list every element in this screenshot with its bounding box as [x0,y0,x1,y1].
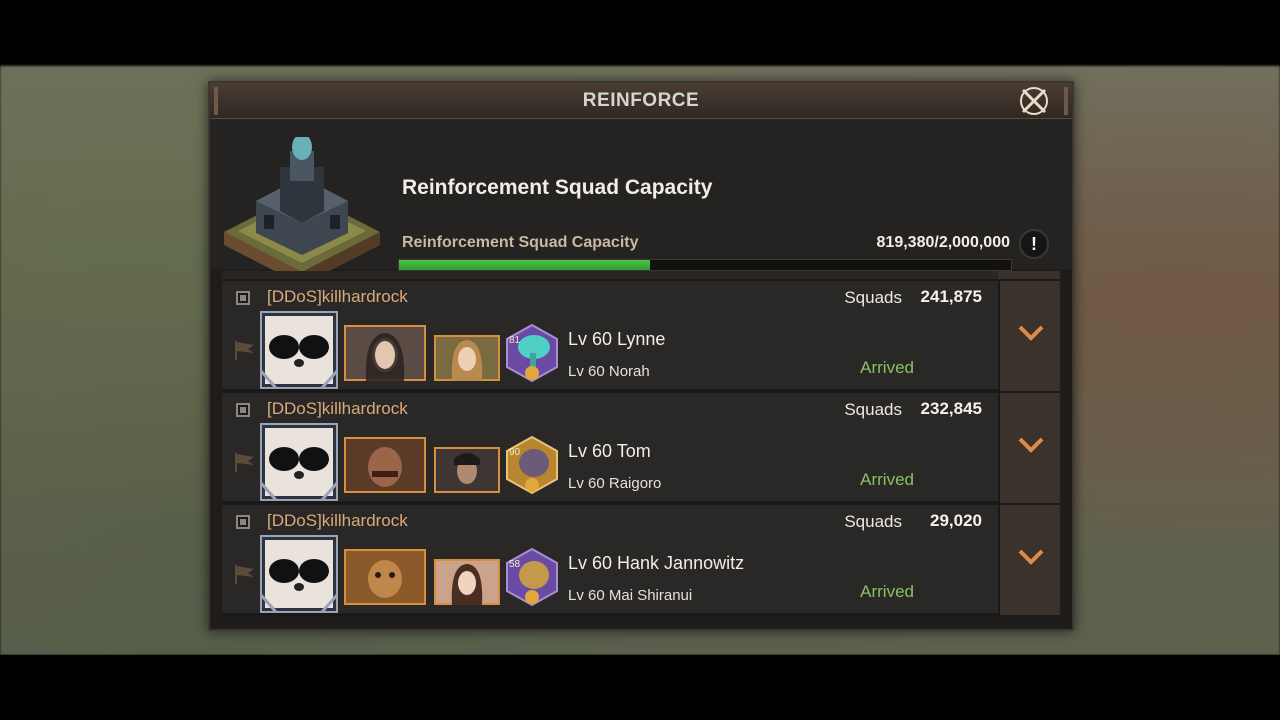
expand-button[interactable] [998,393,1060,503]
close-icon [1020,87,1048,115]
info-icon: ! [1031,234,1037,254]
row-checkbox[interactable] [236,291,250,305]
lead-hero-name: Lv 60 Hank Jannowitz [568,553,745,573]
hero-portrait-secondary[interactable] [434,447,500,493]
status-text: Arrived [860,470,914,489]
player-name: [DDoS]killhardrock [267,511,408,530]
reinforcement-list[interactable]: [DDoS]killhardrock Squads 241,875 81 Lv … [222,271,1060,617]
sub-hero-name: Lv 60 Raigoro [568,475,662,492]
dialog-title-bar: REINFORCE [210,83,1072,119]
close-button[interactable] [1017,85,1051,117]
status-text: Arrived [860,358,914,377]
unit-badge[interactable]: 90 [505,435,559,495]
flag-icon [235,453,254,472]
list-item-partial-side [998,271,1060,279]
unit-level: 81 [509,335,521,346]
player-name: [DDoS]killhardrock [267,399,408,418]
info-button[interactable]: ! [1019,229,1049,259]
flag-icon [235,341,254,360]
unit-level: 58 [509,559,521,570]
squads-label: Squads [844,288,902,307]
fortress-building-icon [224,137,380,285]
unit-badge[interactable]: 81 [505,323,559,383]
capacity-progress-bar [398,259,1012,271]
squads-value: 232,845 [920,399,982,418]
capacity-header: Reinforcement Squad Capacity Reinforceme… [210,119,1072,285]
squads-label: Squads [844,400,902,419]
capacity-label: Reinforcement Squad Capacity [402,234,639,251]
hero-portrait-secondary[interactable] [434,559,500,605]
expand-button[interactable] [998,281,1060,391]
list-item: [DDoS]killhardrock Squads 29,020 58 Lv 6… [222,505,998,615]
squads-value: 241,875 [920,287,982,306]
avatar[interactable] [260,535,338,613]
row-checkbox[interactable] [236,403,250,417]
chevron-down-icon [1018,325,1044,341]
dialog-title: REINFORCE [582,90,700,111]
hero-portrait-secondary[interactable] [434,335,500,381]
chevron-down-icon [1018,437,1044,453]
capacity-progress-fill [399,260,650,270]
capacity-title: Reinforcement Squad Capacity [402,176,713,199]
reinforce-dialog: REINFORCE Reinforcement Squad Capacity R… [208,81,1074,631]
unit-level: 90 [509,447,521,458]
avatar[interactable] [260,423,338,501]
player-name: [DDoS]killhardrock [267,287,408,306]
letterbox-top [0,0,1280,66]
squads-label: Squads [844,512,902,531]
row-checkbox[interactable] [236,515,250,529]
status-text: Arrived [860,582,914,601]
hero-portrait-lead[interactable] [344,325,426,381]
list-item: [DDoS]killhardrock Squads 241,875 81 Lv … [222,281,998,391]
hero-portrait-lead[interactable] [344,437,426,493]
avatar[interactable] [260,311,338,389]
squads-value: 29,020 [930,511,982,530]
flag-icon [235,565,254,584]
letterbox-bottom [0,655,1280,720]
chevron-down-icon [1018,549,1044,565]
expand-button[interactable] [998,505,1060,615]
lead-hero-name: Lv 60 Tom [568,441,651,461]
unit-badge[interactable]: 58 [505,547,559,607]
sub-hero-name: Lv 60 Mai Shiranui [568,587,693,604]
lead-hero-name: Lv 60 Lynne [568,329,666,349]
list-item-partial [222,271,1060,279]
sub-hero-name: Lv 60 Norah [568,363,650,380]
capacity-value: 819,380/2,000,000 [876,234,1010,251]
list-item: [DDoS]killhardrock Squads 232,845 90 Lv … [222,393,998,503]
hero-portrait-lead[interactable] [344,549,426,605]
